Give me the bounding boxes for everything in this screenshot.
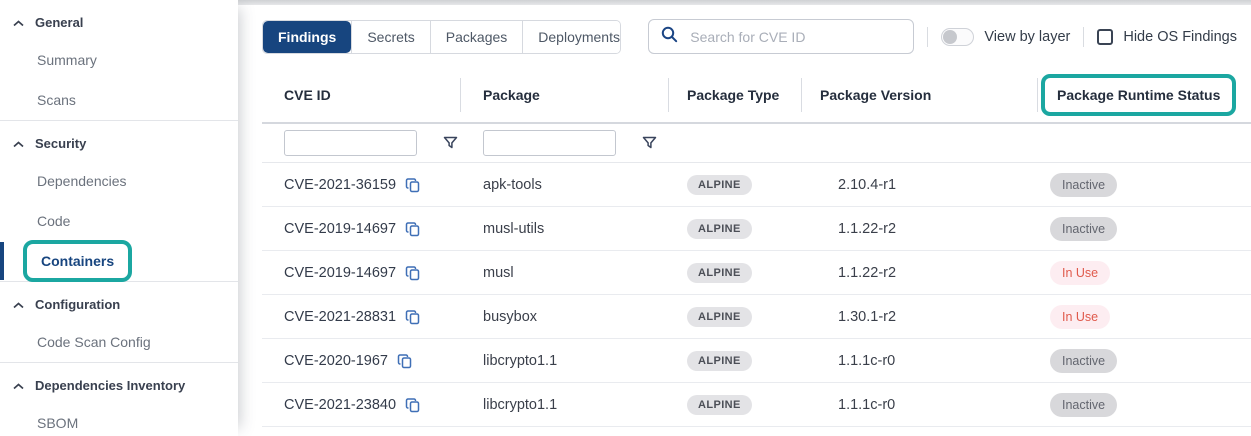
section-label: Configuration bbox=[35, 297, 120, 312]
table-row[interactable]: CVE-2021-36159 apk-tools ALPINE 2.10.4-r… bbox=[262, 163, 1251, 207]
view-tab-group: Findings Secrets Packages Deployments bbox=[262, 20, 621, 54]
package-name: musl bbox=[460, 265, 668, 281]
sidebar-item-code[interactable]: Code bbox=[0, 201, 238, 241]
hide-os-findings-label: Hide OS Findings bbox=[1123, 29, 1237, 45]
column-header-package-runtime-status[interactable]: Package Runtime Status bbox=[1037, 68, 1251, 122]
cve-filter-input[interactable] bbox=[284, 130, 417, 156]
toolbar-separator bbox=[1083, 27, 1084, 47]
cve-id-link[interactable]: CVE-2019-14697 bbox=[284, 221, 396, 237]
copy-icon[interactable] bbox=[397, 353, 413, 369]
sidebar-section-general[interactable]: General bbox=[0, 0, 238, 40]
runtime-status-badge: Inactive bbox=[1050, 173, 1117, 197]
package-filter-cell bbox=[460, 130, 668, 156]
view-by-layer-toggle[interactable] bbox=[941, 28, 974, 46]
package-type-badge: ALPINE bbox=[687, 175, 752, 195]
column-header-package-type[interactable]: Package Type bbox=[668, 68, 801, 122]
table-row[interactable]: CVE-2019-14697 musl ALPINE 1.1.22-r2 In … bbox=[262, 251, 1251, 295]
package-version: 2.10.4-r1 bbox=[801, 177, 1037, 193]
copy-icon[interactable] bbox=[405, 309, 421, 325]
hide-os-findings-checkbox[interactable] bbox=[1097, 29, 1113, 45]
chevron-up-icon bbox=[13, 378, 24, 393]
package-type-badge: ALPINE bbox=[687, 307, 752, 327]
package-name: musl-utils bbox=[460, 221, 668, 237]
toolbar: Findings Secrets Packages Deployments Vi… bbox=[238, 5, 1251, 68]
column-header-package-version[interactable]: Package Version bbox=[801, 68, 1037, 122]
cve-id-link[interactable]: CVE-2019-14697 bbox=[284, 265, 396, 281]
cve-id-link[interactable]: CVE-2021-23840 bbox=[284, 397, 396, 413]
package-name: busybox bbox=[460, 309, 668, 325]
section-label: Dependencies Inventory bbox=[35, 378, 185, 393]
package-name: libcrypto1.1 bbox=[460, 397, 668, 413]
column-header-package[interactable]: Package bbox=[460, 68, 668, 122]
sidebar-section-dependencies-inventory[interactable]: Dependencies Inventory bbox=[0, 363, 238, 403]
cve-id-link[interactable]: CVE-2021-28831 bbox=[284, 309, 396, 325]
package-type-badge: ALPINE bbox=[687, 395, 752, 415]
sidebar-item-scans[interactable]: Scans bbox=[0, 80, 238, 120]
section-label: Security bbox=[35, 136, 86, 151]
table-filter-row bbox=[262, 122, 1251, 163]
cve-filter-cell bbox=[262, 130, 460, 156]
cve-search-box[interactable] bbox=[648, 19, 914, 54]
package-version: 1.1.1c-r0 bbox=[801, 353, 1037, 369]
table-row[interactable]: CVE-2019-14697 musl-utils ALPINE 1.1.22-… bbox=[262, 207, 1251, 251]
app-window: General Summary Scans Security Dependenc… bbox=[0, 0, 1251, 436]
sidebar-item-containers[interactable]: Containers bbox=[0, 241, 238, 281]
cve-id-link[interactable]: CVE-2020-1967 bbox=[284, 353, 388, 369]
tab-packages[interactable]: Packages bbox=[430, 21, 522, 53]
package-name: libcrypto1.1 bbox=[460, 353, 668, 369]
section-label: General bbox=[35, 15, 83, 30]
package-version: 1.30.1-r2 bbox=[801, 309, 1037, 325]
tab-deployments[interactable]: Deployments bbox=[522, 21, 621, 53]
copy-icon[interactable] bbox=[405, 177, 421, 193]
tab-secrets[interactable]: Secrets bbox=[351, 21, 429, 53]
funnel-filter-icon[interactable] bbox=[443, 136, 458, 150]
package-name: apk-tools bbox=[460, 177, 668, 193]
table-row[interactable]: CVE-2021-23840 libcrypto1.1 ALPINE 1.1.1… bbox=[262, 383, 1251, 427]
sidebar-section-configuration[interactable]: Configuration bbox=[0, 282, 238, 322]
package-filter-input[interactable] bbox=[483, 130, 616, 156]
package-type-badge: ALPINE bbox=[687, 263, 752, 283]
main-content: Findings Secrets Packages Deployments Vi… bbox=[238, 0, 1251, 436]
toggle-knob bbox=[943, 30, 957, 44]
chevron-up-icon bbox=[13, 15, 24, 30]
view-by-layer-label: View by layer bbox=[984, 29, 1070, 45]
runtime-status-badge: In Use bbox=[1050, 261, 1110, 285]
sidebar-item-label: Containers bbox=[41, 253, 114, 269]
column-header-label: Package Runtime Status bbox=[1057, 87, 1220, 103]
runtime-status-badge: Inactive bbox=[1050, 393, 1117, 417]
chevron-up-icon bbox=[13, 136, 24, 151]
sidebar-item-summary[interactable]: Summary bbox=[0, 40, 238, 80]
package-version: 1.1.22-r2 bbox=[801, 221, 1037, 237]
findings-table: CVE ID Package Package Type Package Vers… bbox=[262, 68, 1251, 436]
containers-highlight-annotation: Containers bbox=[23, 240, 132, 282]
package-type-badge: ALPINE bbox=[687, 219, 752, 239]
column-header-cve-id[interactable]: CVE ID bbox=[262, 68, 460, 122]
funnel-filter-icon[interactable] bbox=[642, 136, 657, 150]
cve-id-link[interactable]: CVE-2021-36159 bbox=[284, 177, 396, 193]
table-row[interactable]: CVE-2021-28831 busybox ALPINE 1.30.1-r2 … bbox=[262, 295, 1251, 339]
chevron-up-icon bbox=[13, 297, 24, 312]
runtime-status-badge: Inactive bbox=[1050, 349, 1117, 373]
toolbar-separator bbox=[927, 27, 928, 47]
table-header-row: CVE ID Package Package Type Package Vers… bbox=[262, 68, 1251, 122]
search-input[interactable] bbox=[690, 29, 901, 45]
sidebar-item-sbom[interactable]: SBOM bbox=[0, 403, 238, 436]
package-version: 1.1.22-r2 bbox=[801, 265, 1037, 281]
copy-icon[interactable] bbox=[405, 397, 421, 413]
package-type-badge: ALPINE bbox=[687, 351, 752, 371]
copy-icon[interactable] bbox=[405, 221, 421, 237]
sidebar-item-dependencies[interactable]: Dependencies bbox=[0, 161, 238, 201]
sidebar: General Summary Scans Security Dependenc… bbox=[0, 0, 238, 436]
package-version: 1.1.1c-r0 bbox=[801, 397, 1037, 413]
runtime-status-badge: In Use bbox=[1050, 305, 1110, 329]
search-icon bbox=[661, 26, 678, 48]
runtime-status-badge: Inactive bbox=[1050, 217, 1117, 241]
copy-icon[interactable] bbox=[405, 265, 421, 281]
table-row[interactable]: CVE-2020-1967 libcrypto1.1 ALPINE 1.1.1c… bbox=[262, 339, 1251, 383]
tab-findings[interactable]: Findings bbox=[263, 21, 351, 53]
sidebar-section-security[interactable]: Security bbox=[0, 121, 238, 161]
runtime-status-highlight-annotation: Package Runtime Status bbox=[1041, 74, 1236, 116]
sidebar-item-code-scan-config[interactable]: Code Scan Config bbox=[0, 322, 238, 362]
